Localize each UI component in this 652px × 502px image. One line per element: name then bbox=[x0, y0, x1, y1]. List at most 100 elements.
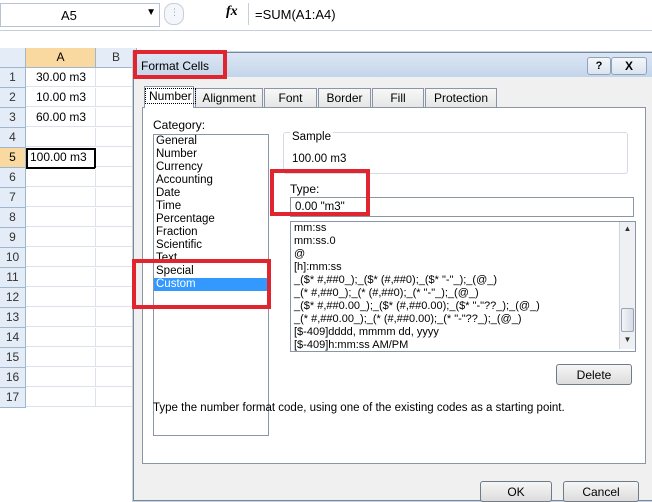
category-item-currency[interactable]: Currency bbox=[154, 161, 268, 174]
row-header-13[interactable]: 13 bbox=[0, 308, 26, 328]
cell-b17[interactable] bbox=[96, 388, 136, 407]
column-header-a[interactable]: A bbox=[26, 48, 96, 68]
category-item-number[interactable]: Number bbox=[154, 148, 268, 161]
row-header-8[interactable]: 8 bbox=[0, 208, 26, 228]
name-box-dropdown-icon[interactable]: ▼ bbox=[146, 7, 156, 18]
cell-a14[interactable] bbox=[26, 328, 96, 347]
cell-a9[interactable] bbox=[26, 228, 96, 247]
row-header-2[interactable]: 2 bbox=[0, 88, 26, 108]
sample-label: Sample bbox=[290, 131, 333, 143]
scroll-up-icon[interactable]: ▲ bbox=[622, 224, 633, 236]
cell-b9[interactable] bbox=[96, 228, 136, 247]
scroll-down-icon[interactable]: ▼ bbox=[622, 335, 633, 347]
format-code-item[interactable]: @ bbox=[291, 248, 618, 261]
cell-a2[interactable]: 10.00 m3 bbox=[26, 88, 96, 107]
category-item-special[interactable]: Special bbox=[154, 265, 268, 278]
cell-a12[interactable] bbox=[26, 288, 96, 307]
row-header-4[interactable]: 4 bbox=[0, 128, 26, 148]
cell-b16[interactable] bbox=[96, 368, 136, 387]
dialog-title-bar[interactable]: Format Cells ? X bbox=[134, 53, 652, 77]
cell-b12[interactable] bbox=[96, 288, 136, 307]
type-input[interactable] bbox=[290, 197, 634, 217]
format-code-items: mm:ss mm:ss.0 @ [h]:mm:ss _($* #,##0_);_($* … bbox=[291, 222, 635, 351]
cell-b10[interactable] bbox=[96, 248, 136, 267]
tab-border[interactable]: Border bbox=[318, 88, 371, 107]
cell-b2[interactable] bbox=[96, 88, 136, 107]
cell-a6[interactable] bbox=[26, 168, 96, 187]
row-header-16[interactable]: 16 bbox=[0, 368, 26, 388]
scroll-thumb[interactable] bbox=[621, 308, 634, 332]
row-header-6[interactable]: 6 bbox=[0, 168, 26, 188]
row-header-15[interactable]: 15 bbox=[0, 348, 26, 368]
cell-a8[interactable] bbox=[26, 208, 96, 227]
help-button[interactable]: ? bbox=[587, 57, 611, 75]
cell-a1[interactable]: 30.00 m3 bbox=[26, 68, 96, 87]
row-header-11[interactable]: 11 bbox=[0, 268, 26, 288]
tab-protection[interactable]: Protection bbox=[425, 88, 497, 107]
close-button[interactable]: X bbox=[611, 57, 647, 75]
row-header-3[interactable]: 3 bbox=[0, 108, 26, 128]
cell-b7[interactable] bbox=[96, 188, 136, 207]
category-item-accounting[interactable]: Accounting bbox=[154, 174, 268, 187]
format-code-item[interactable]: [h]:mm:ss bbox=[291, 261, 618, 274]
cell-a17[interactable] bbox=[26, 388, 96, 407]
category-list[interactable]: General Number Currency Accounting Date Time P… bbox=[153, 134, 269, 436]
cell-b6[interactable] bbox=[96, 168, 136, 187]
category-item-scientific[interactable]: Scientific bbox=[154, 239, 268, 252]
cell-a16[interactable] bbox=[26, 368, 96, 387]
tab-alignment[interactable]: Alignment bbox=[195, 88, 263, 107]
row-header-1[interactable]: 1 bbox=[0, 68, 26, 88]
cell-b4[interactable] bbox=[96, 128, 136, 147]
category-item-text[interactable]: Text bbox=[154, 252, 268, 265]
format-code-item[interactable]: _($* #,##0_);_($* (#,##0);_($* "-"_);_(@… bbox=[291, 274, 618, 287]
cell-b8[interactable] bbox=[96, 208, 136, 227]
format-code-list[interactable]: mm:ss mm:ss.0 @ [h]:mm:ss _($* #,##0_);_($* … bbox=[290, 221, 636, 352]
cell-b5[interactable] bbox=[96, 148, 136, 167]
insert-function-icon[interactable]: fx bbox=[226, 4, 238, 20]
row-header-14[interactable]: 14 bbox=[0, 328, 26, 348]
cell-a10[interactable] bbox=[26, 248, 96, 267]
cell-b1[interactable] bbox=[96, 68, 136, 87]
category-item-percentage[interactable]: Percentage bbox=[154, 213, 268, 226]
formula-input[interactable]: =SUM(A1:A4) bbox=[248, 3, 652, 25]
cell-a3[interactable]: 60.00 m3 bbox=[26, 108, 96, 127]
cell-b11[interactable] bbox=[96, 268, 136, 287]
cell-a11[interactable] bbox=[26, 268, 96, 287]
format-list-scrollbar[interactable]: ▲ ▼ bbox=[619, 222, 635, 349]
tab-font[interactable]: Font bbox=[264, 88, 317, 107]
category-item-fraction[interactable]: Fraction bbox=[154, 226, 268, 239]
cell-a4[interactable] bbox=[26, 128, 96, 147]
format-code-item[interactable]: _(* #,##0_);_(* (#,##0);_(* "-"_);_(@_) bbox=[291, 287, 618, 300]
row-header-12[interactable]: 12 bbox=[0, 288, 26, 308]
tab-number[interactable]: Number bbox=[144, 86, 196, 108]
cell-b14[interactable] bbox=[96, 328, 136, 347]
format-code-item[interactable]: mm:ss bbox=[291, 222, 618, 235]
row-header-5[interactable]: 5 bbox=[0, 148, 26, 168]
category-item-date[interactable]: Date bbox=[154, 187, 268, 200]
row-header-17[interactable]: 17 bbox=[0, 388, 26, 408]
cell-a7[interactable] bbox=[26, 188, 96, 207]
cell-a15[interactable] bbox=[26, 348, 96, 367]
tab-fill[interactable]: Fill bbox=[372, 88, 424, 107]
category-item-time[interactable]: Time bbox=[154, 200, 268, 213]
format-code-item[interactable]: _(* #,##0.00_);_(* (#,##0.00);_(* "-"??_… bbox=[291, 313, 618, 326]
format-code-item[interactable]: _($* #,##0.00_);_($* (#,##0.00);_($* "-"… bbox=[291, 300, 618, 313]
cell-b15[interactable] bbox=[96, 348, 136, 367]
cell-a13[interactable] bbox=[26, 308, 96, 327]
formula-bar-expand-icon[interactable]: ⋮ bbox=[164, 3, 184, 25]
category-item-general[interactable]: General bbox=[154, 135, 268, 148]
cell-a5[interactable]: 100.00 m3 bbox=[26, 148, 96, 169]
cell-b3[interactable] bbox=[96, 108, 136, 127]
cell-b13[interactable] bbox=[96, 308, 136, 327]
format-code-item[interactable]: mm:ss.0 bbox=[291, 235, 618, 248]
delete-button[interactable]: Delete bbox=[556, 364, 632, 385]
row-header-10[interactable]: 10 bbox=[0, 248, 26, 268]
select-all-corner[interactable] bbox=[0, 48, 26, 68]
row-header-7[interactable]: 7 bbox=[0, 188, 26, 208]
row-header-9[interactable]: 9 bbox=[0, 228, 26, 248]
category-item-custom[interactable]: Custom bbox=[154, 278, 268, 291]
format-code-item[interactable]: [$-409]h:mm:ss AM/PM bbox=[291, 339, 618, 351]
format-code-item[interactable]: [$-409]dddd, mmmm dd, yyyy bbox=[291, 326, 618, 339]
name-box[interactable]: A5 ▼ bbox=[0, 3, 160, 27]
column-header-b[interactable]: B bbox=[96, 48, 137, 68]
